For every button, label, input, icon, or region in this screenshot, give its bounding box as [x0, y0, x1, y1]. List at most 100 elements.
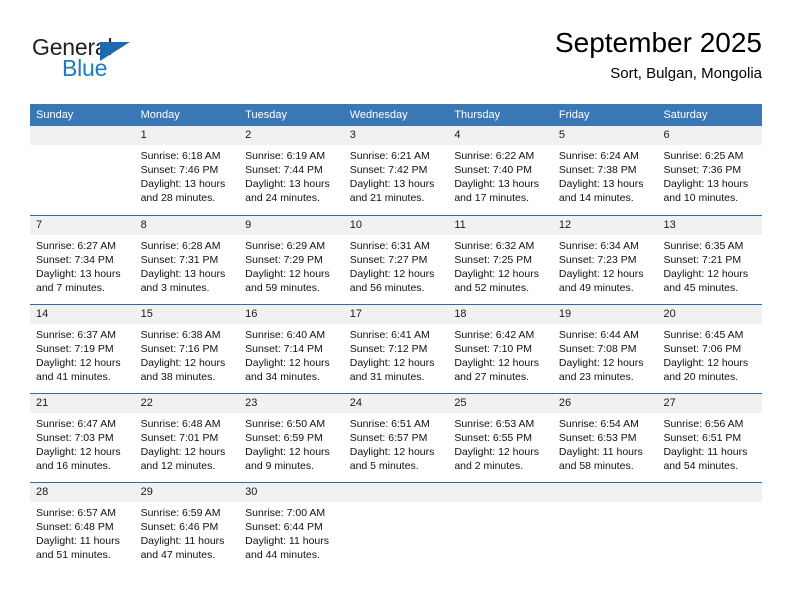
day-number: 6	[657, 126, 763, 145]
sunset-text: Sunset: 7:25 PM	[454, 254, 532, 266]
day-number: 15	[134, 305, 240, 324]
sunset-text: Sunset: 6:59 PM	[245, 432, 323, 444]
day-number: 9	[239, 216, 344, 235]
day-number: 26	[552, 394, 658, 413]
day-number: 17	[343, 305, 449, 324]
daylight-text: Daylight: 12 hours and 41 minutes.	[36, 357, 121, 383]
day-number: 12	[552, 216, 658, 235]
calendar-day-cell[interactable]: 29 Sunrise: 6:59 AM Sunset: 6:46 PM Dayligh…	[134, 483, 240, 571]
daylight-text: Daylight: 13 hours and 24 minutes.	[245, 178, 330, 204]
sunset-text: Sunset: 7:01 PM	[140, 432, 219, 444]
daylight-text: Daylight: 11 hours and 58 minutes.	[558, 446, 643, 472]
sunset-text: Sunset: 7:08 PM	[558, 343, 637, 355]
daylight-text: Daylight: 12 hours and 23 minutes.	[558, 357, 644, 383]
sunrise-text: Sunrise: 6:32 AM	[454, 240, 535, 252]
calendar-page: General Blue September 2025 Sort, Bulgan…	[0, 0, 792, 612]
sunrise-text: Sunrise: 6:35 AM	[663, 240, 744, 252]
weekday-header-thursday: Thursday	[454, 109, 501, 121]
sunset-text: Sunset: 7:16 PM	[140, 343, 219, 355]
calendar-day-cell[interactable]: 23 Sunrise: 6:50 AM Sunset: 6:59 PM Dayligh…	[239, 394, 344, 482]
calendar-day-cell[interactable]: 6 Sunrise: 6:25 AM Sunset: 7:36 PM Daylight…	[657, 126, 763, 215]
daylight-text: Daylight: 13 hours and 3 minutes.	[140, 268, 226, 294]
day-number: 28	[30, 483, 135, 502]
calendar-week-row: 14 Sunrise: 6:37 AM Sunset: 7:19 PM Dayligh…	[30, 304, 763, 393]
day-details: Sunrise: 6:21 AM Sunset: 7:42 PM Daylight:…	[344, 145, 449, 205]
calendar-day-cell[interactable]: 25 Sunrise: 6:53 AM Sunset: 6:55 PM Dayligh…	[448, 394, 553, 482]
sunrise-text: Sunrise: 6:19 AM	[245, 150, 326, 162]
calendar-day-cell[interactable]: 28 Sunrise: 6:57 AM Sunset: 6:48 PM Dayligh…	[30, 483, 135, 571]
location-subtitle: Sort, Bulgan, Mongolia	[610, 65, 762, 82]
day-details: Sunrise: 6:19 AM Sunset: 7:44 PM Daylight:…	[239, 145, 344, 205]
calendar-day-cell[interactable]: 22 Sunrise: 6:48 AM Sunset: 7:01 PM Dayligh…	[134, 394, 240, 482]
day-number: 10	[343, 216, 449, 235]
sunset-text: Sunset: 7:06 PM	[663, 343, 742, 355]
day-details: Sunrise: 6:51 AM Sunset: 6:57 PM Daylight:…	[344, 413, 449, 473]
calendar-day-cell[interactable]: 9 Sunrise: 6:29 AM Sunset: 7:29 PM Daylight…	[239, 216, 344, 304]
calendar-day-cell[interactable]: 4 Sunrise: 6:22 AM Sunset: 7:40 PM Daylight…	[448, 126, 553, 215]
calendar-day-cell[interactable]: 2 Sunrise: 6:19 AM Sunset: 7:44 PM Daylight…	[239, 126, 344, 215]
calendar-day-cell[interactable]: 8 Sunrise: 6:28 AM Sunset: 7:31 PM Daylight…	[134, 216, 240, 304]
day-number	[343, 483, 449, 502]
day-details: Sunrise: 6:38 AM Sunset: 7:16 PM Daylight:…	[135, 324, 240, 384]
page-title: September 2025	[554, 27, 762, 58]
daylight-text: Daylight: 12 hours and 59 minutes.	[245, 268, 330, 294]
sunrise-text: Sunrise: 6:54 AM	[558, 418, 639, 430]
day-number: 4	[448, 126, 553, 145]
day-details: Sunrise: 6:41 AM Sunset: 7:12 PM Daylight:…	[344, 324, 449, 384]
day-details: Sunrise: 6:42 AM Sunset: 7:10 PM Daylight:…	[448, 324, 553, 384]
calendar-day-cell[interactable]: 11 Sunrise: 6:32 AM Sunset: 7:25 PM Dayligh…	[448, 216, 553, 304]
weekday-header-saturday: Saturday	[663, 109, 708, 121]
sunrise-text: Sunrise: 6:31 AM	[349, 240, 430, 252]
daylight-text: Daylight: 12 hours and 27 minutes.	[454, 357, 539, 383]
daylight-text: Daylight: 12 hours and 56 minutes.	[349, 268, 435, 294]
day-number: 18	[448, 305, 553, 324]
sunset-text: Sunset: 7:42 PM	[349, 164, 428, 176]
day-details: Sunrise: 6:56 AM Sunset: 6:51 PM Daylight:…	[657, 413, 762, 473]
calendar-day-cell[interactable]: 12 Sunrise: 6:34 AM Sunset: 7:23 PM Dayligh…	[552, 216, 658, 304]
calendar-day-cell[interactable]: 21 Sunrise: 6:47 AM Sunset: 7:03 PM Dayligh…	[30, 394, 135, 482]
day-number: 25	[448, 394, 553, 413]
sunset-text: Sunset: 7:36 PM	[663, 164, 742, 176]
calendar-day-cell-empty	[30, 126, 135, 215]
sunset-text: Sunset: 7:46 PM	[140, 164, 219, 176]
calendar-day-cell[interactable]: 16 Sunrise: 6:40 AM Sunset: 7:14 PM Dayligh…	[239, 305, 344, 393]
day-number: 3	[343, 126, 449, 145]
calendar-day-cell[interactable]: 20 Sunrise: 6:45 AM Sunset: 7:06 PM Dayligh…	[657, 305, 763, 393]
calendar-day-cell[interactable]: 3 Sunrise: 6:21 AM Sunset: 7:42 PM Daylight…	[343, 126, 449, 215]
calendar-day-cell[interactable]: 10 Sunrise: 6:31 AM Sunset: 7:27 PM Dayligh…	[343, 216, 449, 304]
calendar-day-cell[interactable]: 18 Sunrise: 6:42 AM Sunset: 7:10 PM Dayligh…	[448, 305, 553, 393]
calendar-day-cell[interactable]: 1 Sunrise: 6:18 AM Sunset: 7:46 PM Daylight…	[134, 126, 240, 215]
sunset-text: Sunset: 7:21 PM	[663, 254, 742, 266]
day-details: Sunrise: 6:35 AM Sunset: 7:21 PM Daylight:…	[657, 235, 762, 295]
daylight-text: Daylight: 12 hours and 34 minutes.	[245, 357, 330, 383]
calendar-day-cell[interactable]: 19 Sunrise: 6:44 AM Sunset: 7:08 PM Dayligh…	[552, 305, 658, 393]
weekday-header-monday: Monday	[140, 109, 180, 121]
sunset-text: Sunset: 7:23 PM	[558, 254, 637, 266]
calendar-day-cell[interactable]: 24 Sunrise: 6:51 AM Sunset: 6:57 PM Dayligh…	[343, 394, 449, 482]
sunset-text: Sunset: 6:55 PM	[454, 432, 532, 444]
sunset-text: Sunset: 7:31 PM	[140, 254, 219, 266]
calendar-day-cell[interactable]: 13 Sunrise: 6:35 AM Sunset: 7:21 PM Dayligh…	[657, 216, 763, 304]
calendar-day-cell[interactable]: 5 Sunrise: 6:24 AM Sunset: 7:38 PM Daylight…	[552, 126, 658, 215]
sunrise-text: Sunrise: 7:00 AM	[245, 507, 326, 519]
calendar-day-cell[interactable]: 15 Sunrise: 6:38 AM Sunset: 7:16 PM Dayligh…	[134, 305, 240, 393]
calendar-day-cell[interactable]: 30 Sunrise: 7:00 AM Sunset: 6:44 PM Dayligh…	[239, 483, 344, 571]
day-details: Sunrise: 6:37 AM Sunset: 7:19 PM Daylight:…	[30, 324, 135, 384]
weekday-header-friday: Friday	[558, 109, 590, 121]
calendar-day-cell[interactable]: 14 Sunrise: 6:37 AM Sunset: 7:19 PM Dayligh…	[30, 305, 135, 393]
calendar-day-cell[interactable]: 27 Sunrise: 6:56 AM Sunset: 6:51 PM Dayligh…	[657, 394, 763, 482]
calendar-day-cell[interactable]: 17 Sunrise: 6:41 AM Sunset: 7:12 PM Dayligh…	[343, 305, 449, 393]
day-details: Sunrise: 6:24 AM Sunset: 7:38 PM Daylight:…	[553, 145, 658, 205]
day-details: Sunrise: 6:59 AM Sunset: 6:46 PM Daylight:…	[135, 502, 240, 562]
daylight-text: Daylight: 12 hours and 12 minutes.	[140, 446, 226, 472]
calendar-day-cell[interactable]: 7 Sunrise: 6:27 AM Sunset: 7:34 PM Daylight…	[30, 216, 135, 304]
calendar-day-cell[interactable]: 26 Sunrise: 6:54 AM Sunset: 6:53 PM Dayligh…	[552, 394, 658, 482]
day-details: Sunrise: 6:25 AM Sunset: 7:36 PM Daylight:…	[657, 145, 762, 205]
sunset-text: Sunset: 7:40 PM	[454, 164, 532, 176]
day-number: 16	[239, 305, 344, 324]
sunset-text: Sunset: 7:34 PM	[36, 254, 114, 266]
day-number	[657, 483, 763, 502]
day-details: Sunrise: 6:40 AM Sunset: 7:14 PM Daylight:…	[239, 324, 344, 384]
generalblue-logo[interactable]: General Blue	[32, 34, 192, 90]
sunrise-text: Sunrise: 6:24 AM	[558, 150, 639, 162]
